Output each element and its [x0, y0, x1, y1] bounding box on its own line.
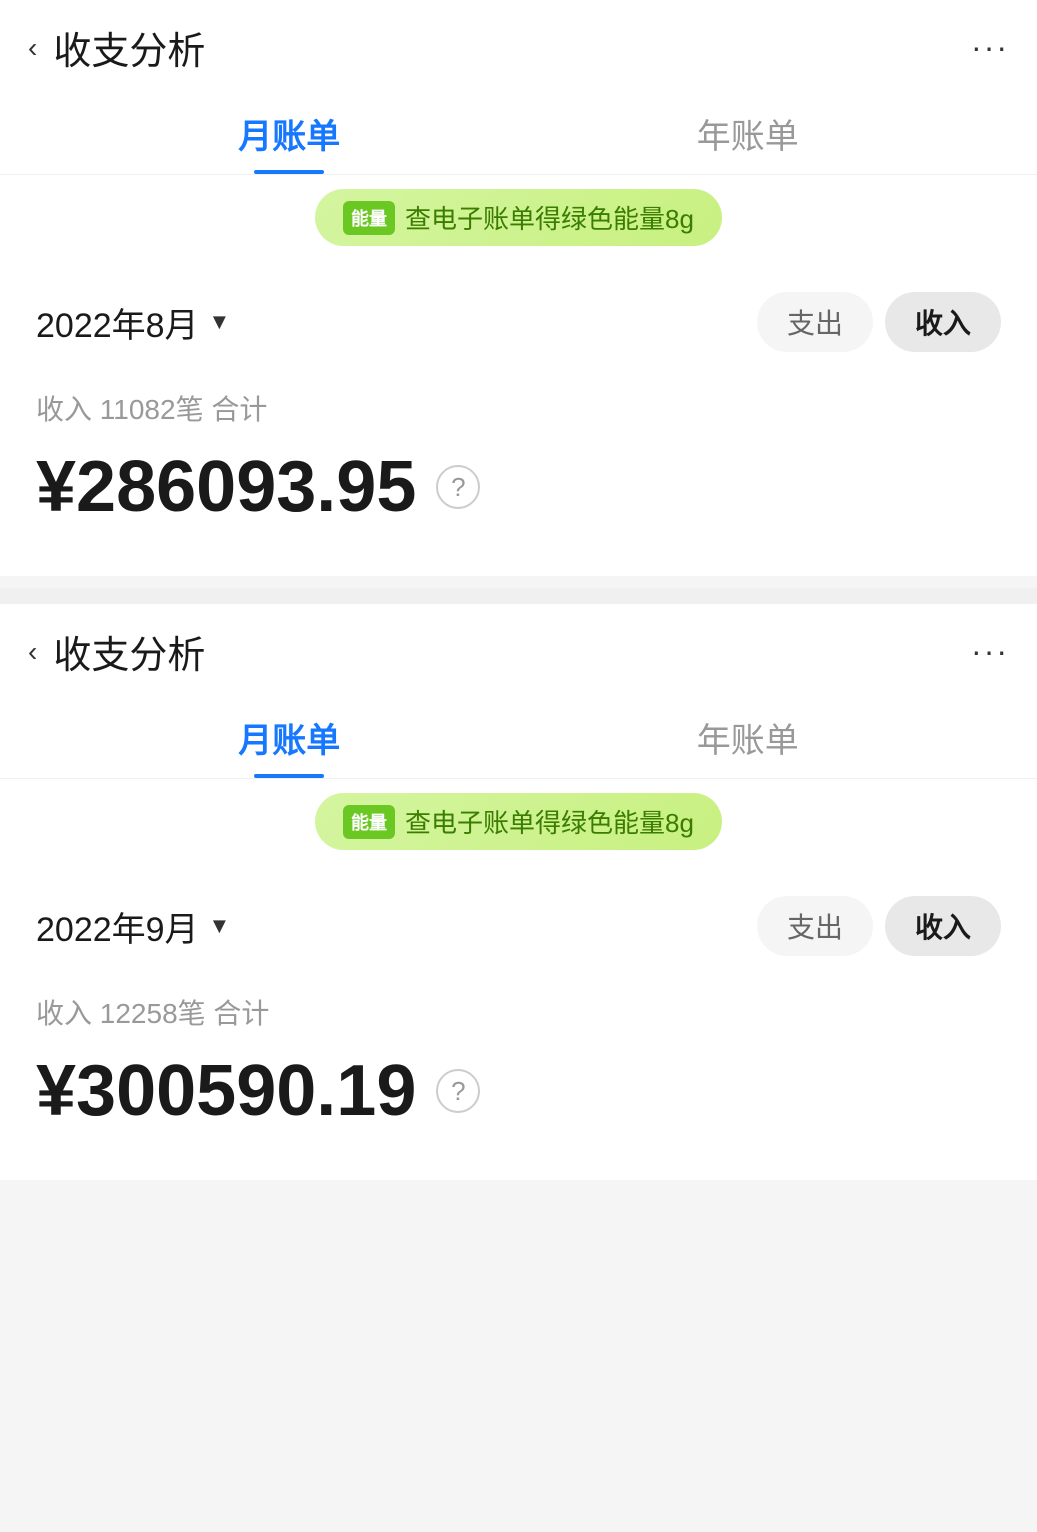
- header-2: ‹ 收支分析 ···: [0, 604, 1037, 695]
- energy-text-2: 查电子账单得绿色能量8g: [405, 803, 694, 840]
- header-1: ‹ 收支分析 ···: [0, 0, 1037, 91]
- summary-amount-1: ¥286093.95: [36, 446, 416, 528]
- income-button-2[interactable]: 收入: [885, 896, 1001, 956]
- expense-button-1[interactable]: 支出: [757, 292, 873, 352]
- help-icon-1[interactable]: ?: [436, 465, 480, 509]
- energy-banner-2[interactable]: 能量 查电子账单得绿色能量8g: [0, 779, 1037, 864]
- type-buttons-1: 支出 收入: [757, 292, 1001, 352]
- month-label-2: 2022年9月: [36, 902, 199, 951]
- month-row-2: 2022年9月 ▼ 支出 收入: [0, 864, 1037, 976]
- page-title-2: 收支分析: [53, 624, 205, 679]
- tab-monthly-2[interactable]: 月账单: [60, 695, 519, 778]
- summary-amount-row-1: ¥286093.95 ?: [36, 446, 1001, 528]
- type-buttons-2: 支出 收入: [757, 896, 1001, 956]
- energy-inner-1: 能量 查电子账单得绿色能量8g: [315, 189, 722, 246]
- energy-badge-1: 能量: [343, 201, 395, 235]
- more-icon-1[interactable]: ···: [971, 29, 1009, 66]
- header-left-2: ‹ 收支分析: [28, 624, 205, 679]
- back-icon-1[interactable]: ‹: [28, 32, 37, 64]
- summary-amount-2: ¥300590.19: [36, 1050, 416, 1132]
- chevron-down-icon-1: ▼: [209, 309, 231, 335]
- back-icon-2[interactable]: ‹: [28, 636, 37, 668]
- tab-yearly-2[interactable]: 年账单: [519, 695, 978, 778]
- summary-amount-row-2: ¥300590.19 ?: [36, 1050, 1001, 1132]
- energy-banner-1[interactable]: 能量 查电子账单得绿色能量8g: [0, 175, 1037, 260]
- energy-text-1: 查电子账单得绿色能量8g: [405, 199, 694, 236]
- more-icon-2[interactable]: ···: [971, 633, 1009, 670]
- panel-divider: [0, 588, 1037, 604]
- month-row-1: 2022年8月 ▼ 支出 收入: [0, 260, 1037, 372]
- page-title-1: 收支分析: [53, 20, 205, 75]
- income-button-1[interactable]: 收入: [885, 292, 1001, 352]
- summary-label-2: 收入 12258笔 合计: [36, 992, 1001, 1032]
- tab-yearly-1[interactable]: 年账单: [519, 91, 978, 174]
- tabs-1: 月账单 年账单: [0, 91, 1037, 175]
- summary-1: 收入 11082笔 合计 ¥286093.95 ?: [0, 372, 1037, 576]
- panel-1: ‹ 收支分析 ··· 月账单 年账单 能量 查电子账单得绿色能量8g 2022年…: [0, 0, 1037, 576]
- header-left-1: ‹ 收支分析: [28, 20, 205, 75]
- panel-2: ‹ 收支分析 ··· 月账单 年账单 能量 查电子账单得绿色能量8g 2022年…: [0, 604, 1037, 1180]
- summary-label-1: 收入 11082笔 合计: [36, 388, 1001, 428]
- tab-monthly-1[interactable]: 月账单: [60, 91, 519, 174]
- chevron-down-icon-2: ▼: [209, 913, 231, 939]
- help-icon-2[interactable]: ?: [436, 1069, 480, 1113]
- energy-badge-2: 能量: [343, 805, 395, 839]
- expense-button-2[interactable]: 支出: [757, 896, 873, 956]
- month-selector-1[interactable]: 2022年8月 ▼: [36, 298, 230, 347]
- tabs-2: 月账单 年账单: [0, 695, 1037, 779]
- summary-2: 收入 12258笔 合计 ¥300590.19 ?: [0, 976, 1037, 1180]
- month-selector-2[interactable]: 2022年9月 ▼: [36, 902, 230, 951]
- month-label-1: 2022年8月: [36, 298, 199, 347]
- energy-inner-2: 能量 查电子账单得绿色能量8g: [315, 793, 722, 850]
